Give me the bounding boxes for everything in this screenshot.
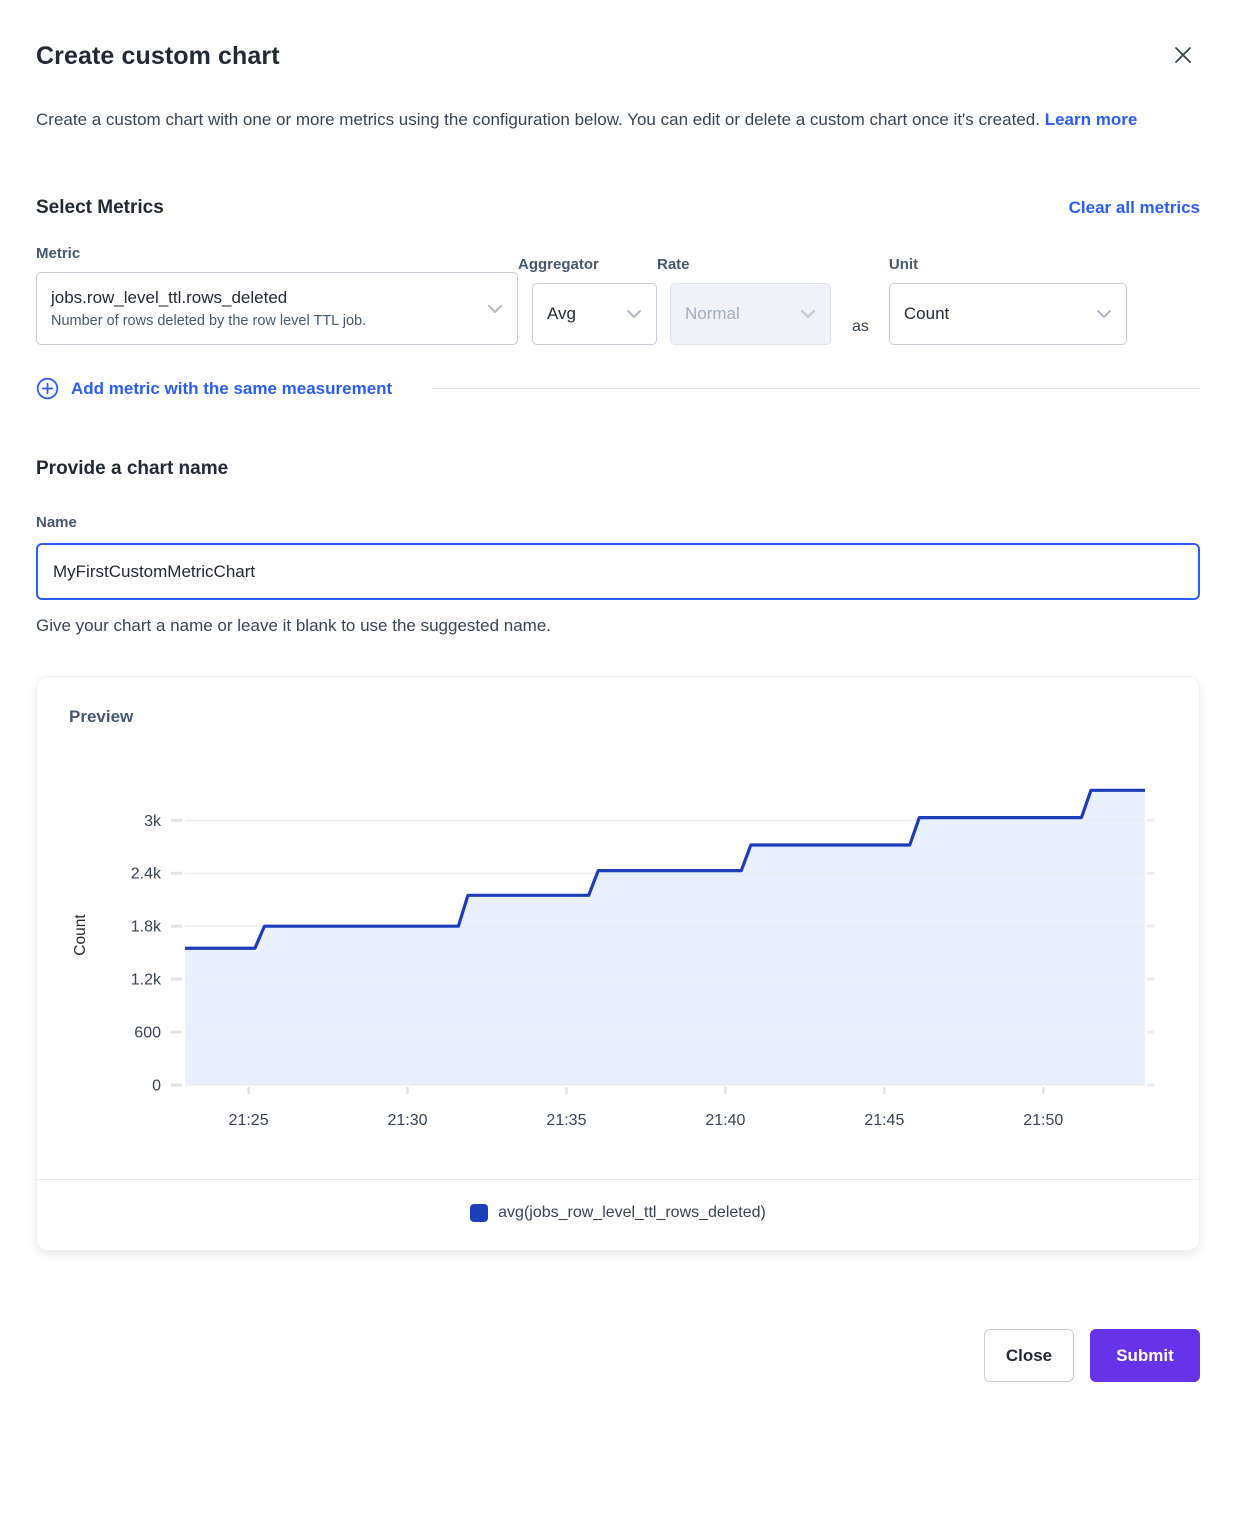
chevron-down-icon (1096, 309, 1112, 319)
x-tick-label: 21:30 (387, 1112, 427, 1129)
legend-label: avg(jobs_row_level_ttl_rows_deleted) (498, 1204, 766, 1222)
divider (432, 388, 1200, 389)
create-custom-chart-modal: Create custom chart Create a custom char… (0, 0, 1236, 1428)
name-label: Name (36, 514, 1200, 531)
y-tick-label: 1.8k (131, 919, 162, 936)
legend-swatch (470, 1204, 488, 1222)
chart-legend: avg(jobs_row_level_ttl_rows_deleted) (37, 1179, 1199, 1250)
submit-button[interactable]: Submit (1090, 1329, 1200, 1382)
preview-title: Preview (37, 707, 1199, 727)
y-tick-label: 3k (144, 813, 162, 830)
as-label: as (852, 318, 869, 336)
y-tick-label: 1.2k (131, 972, 162, 989)
metric-select[interactable]: jobs.row_level_ttl.rows_deleted Number o… (36, 272, 518, 345)
chart-name-field: Name Give your chart a name or leave it … (36, 480, 1200, 636)
x-tick-label: 21:45 (864, 1112, 904, 1129)
x-icon (1172, 44, 1194, 66)
metric-preview-chart: 0 600 1.2k 1.8k 2.4k 3k 21:25 21:30 21:35 21:40 21… (37, 751, 1199, 1155)
chevron-down-icon (487, 304, 503, 314)
metric-field: Metric jobs.row_level_ttl.rows_deleted N… (36, 245, 518, 345)
preview-card: Preview 0 600 1.2k 1.8k 2.4k 3k 21:25 21:30 21:3… (36, 676, 1200, 1251)
modal-description: Create a custom chart with one or more m… (36, 101, 1200, 139)
name-helper-text: Give your chart a name or leave it blank… (36, 616, 1200, 636)
unit-label: Unit (889, 256, 1127, 273)
aggregator-field: Aggregator Avg (518, 256, 657, 345)
metric-select-description: Number of rows deleted by the row level … (51, 313, 366, 329)
chart-y-axis-label: Count (72, 914, 89, 956)
clear-all-metrics-link[interactable]: Clear all metrics (1069, 198, 1200, 218)
learn-more-link[interactable]: Learn more (1045, 110, 1138, 129)
rate-field: Rate Normal (657, 256, 831, 345)
close-icon[interactable] (1166, 42, 1200, 68)
rate-select-disabled: Normal (670, 283, 831, 345)
unit-select-value: Count (904, 304, 949, 324)
chevron-down-icon (626, 309, 642, 319)
select-metrics-header: Select Metrics Clear all metrics (36, 197, 1200, 219)
metric-select-value: jobs.row_level_ttl.rows_deleted (51, 288, 366, 308)
unit-field: Unit Count (889, 256, 1127, 345)
x-tick-label: 21:40 (705, 1112, 745, 1129)
metric-label: Metric (36, 245, 518, 262)
rate-label: Rate (657, 256, 831, 273)
chart-name-input[interactable] (36, 543, 1200, 600)
x-tick-label: 21:50 (1023, 1112, 1063, 1129)
chevron-down-icon (800, 309, 816, 319)
rate-select-value: Normal (685, 304, 740, 324)
metric-select-texts: jobs.row_level_ttl.rows_deleted Number o… (51, 288, 366, 329)
chart-name-heading: Provide a chart name (36, 458, 1200, 480)
add-metric-link[interactable]: Add metric with the same measurement (36, 377, 392, 400)
modal-header: Create custom chart (36, 42, 1200, 71)
modal-actions: Close Submit (36, 1329, 1200, 1382)
x-tick-label: 21:35 (546, 1112, 586, 1129)
x-tick-label: 21:25 (229, 1112, 269, 1129)
aggregator-label: Aggregator (518, 256, 657, 273)
metric-config-row: Metric jobs.row_level_ttl.rows_deleted N… (36, 245, 1200, 345)
add-metric-label: Add metric with the same measurement (71, 379, 392, 399)
unit-select[interactable]: Count (889, 283, 1127, 345)
add-metric-row: Add metric with the same measurement (36, 377, 1200, 400)
y-tick-label: 600 (134, 1025, 161, 1042)
page-title: Create custom chart (36, 42, 280, 71)
y-tick-label: 2.4k (131, 866, 162, 883)
plus-circle-icon (36, 377, 59, 400)
select-metrics-heading: Select Metrics (36, 197, 164, 219)
close-button[interactable]: Close (984, 1329, 1074, 1382)
legend-item: avg(jobs_row_level_ttl_rows_deleted) (470, 1204, 766, 1222)
aggregator-select-value: Avg (547, 304, 576, 324)
aggregator-select[interactable]: Avg (532, 283, 657, 345)
y-tick-label: 0 (152, 1078, 161, 1095)
description-text: Create a custom chart with one or more m… (36, 110, 1040, 129)
series-area (185, 790, 1145, 1085)
